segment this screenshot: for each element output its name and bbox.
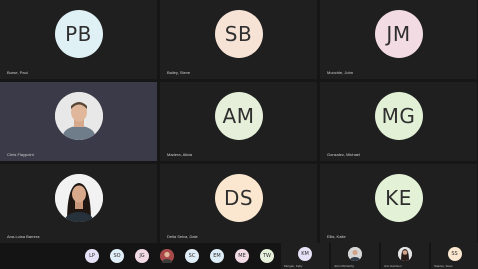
participant-tile[interactable]: SB Bailey, Steve [160, 0, 317, 79]
participant-tile[interactable]: DS Della Selva, Dale [160, 164, 317, 243]
participant-mini-tile[interactable]: KM Morgan, Kelly [281, 243, 329, 269]
avatar: SB [214, 9, 263, 58]
profile-photo [398, 247, 412, 261]
participant-name: Moochie, John [327, 70, 354, 75]
video-grid: PB Burse, Paul SB Bailey, Steve JM Mooch… [0, 0, 478, 243]
participant-mini-tile[interactable]: SS Stanley, Sean [431, 243, 478, 269]
participant-chip[interactable]: ME [235, 249, 249, 263]
participant-tile[interactable]: KE Ellis, Katie [320, 164, 477, 243]
participant-name: John McCarthy [334, 264, 355, 268]
profile-photo [54, 91, 103, 140]
participant-chip[interactable]: TW [260, 249, 274, 263]
participant-chip[interactable]: SC [185, 249, 199, 263]
avatar: MG [374, 91, 423, 140]
participant-chip[interactable]: SO [110, 249, 124, 263]
participant-tile[interactable]: PB Burse, Paul [0, 0, 157, 79]
participant-name: Della Selva, Dale [167, 234, 198, 239]
participant-tile-active[interactable]: Chris Flaypoint [0, 82, 157, 161]
profile-photo [348, 247, 362, 261]
participant-mini-tile[interactable]: John McCarthy [331, 243, 379, 269]
participant-name: Burse, Paul [7, 70, 28, 75]
avatar: AM [214, 91, 263, 140]
participant-name: Ellis, Katie [327, 234, 346, 239]
avatar: KE [374, 173, 423, 222]
participant-name: Bailey, Steve [167, 70, 191, 75]
participant-tile[interactable]: AM Madera, Alicia [160, 82, 317, 161]
participant-name: Stanley, Sean [434, 264, 453, 268]
participant-chip[interactable]: LP [85, 249, 99, 263]
avatar: SS [447, 247, 462, 261]
participant-name: Chris Flaypoint [7, 152, 34, 157]
participant-name: Ana-Luisa Barrera [7, 234, 40, 239]
avatar: DS [214, 173, 263, 222]
participant-name: Madera, Alicia [167, 152, 193, 157]
participant-photo-chip[interactable] [160, 249, 174, 263]
participant-name: Ann Harrison [384, 264, 402, 268]
avatar: JM [374, 9, 423, 58]
avatar: KM [298, 247, 312, 261]
avatar: PB [54, 9, 103, 58]
participant-chip[interactable]: JG [135, 249, 149, 263]
participant-chip[interactable]: EM [210, 249, 224, 263]
participant-tile[interactable]: JM Moochie, John [320, 0, 477, 79]
participant-tile[interactable]: MG Gonzalez, Michael [320, 82, 477, 161]
participant-name: Gonzalez, Michael [327, 152, 360, 157]
participant-tile[interactable]: Ana-Luisa Barrera [0, 164, 157, 243]
participant-name: Morgan, Kelly [284, 264, 303, 268]
overflow-participant-bar: LP SO JG SC EM ME TW KM Morgan, Kelly Jo… [0, 243, 478, 269]
profile-photo [54, 173, 103, 222]
participant-mini-tile[interactable]: Ann Harrison [381, 243, 429, 269]
